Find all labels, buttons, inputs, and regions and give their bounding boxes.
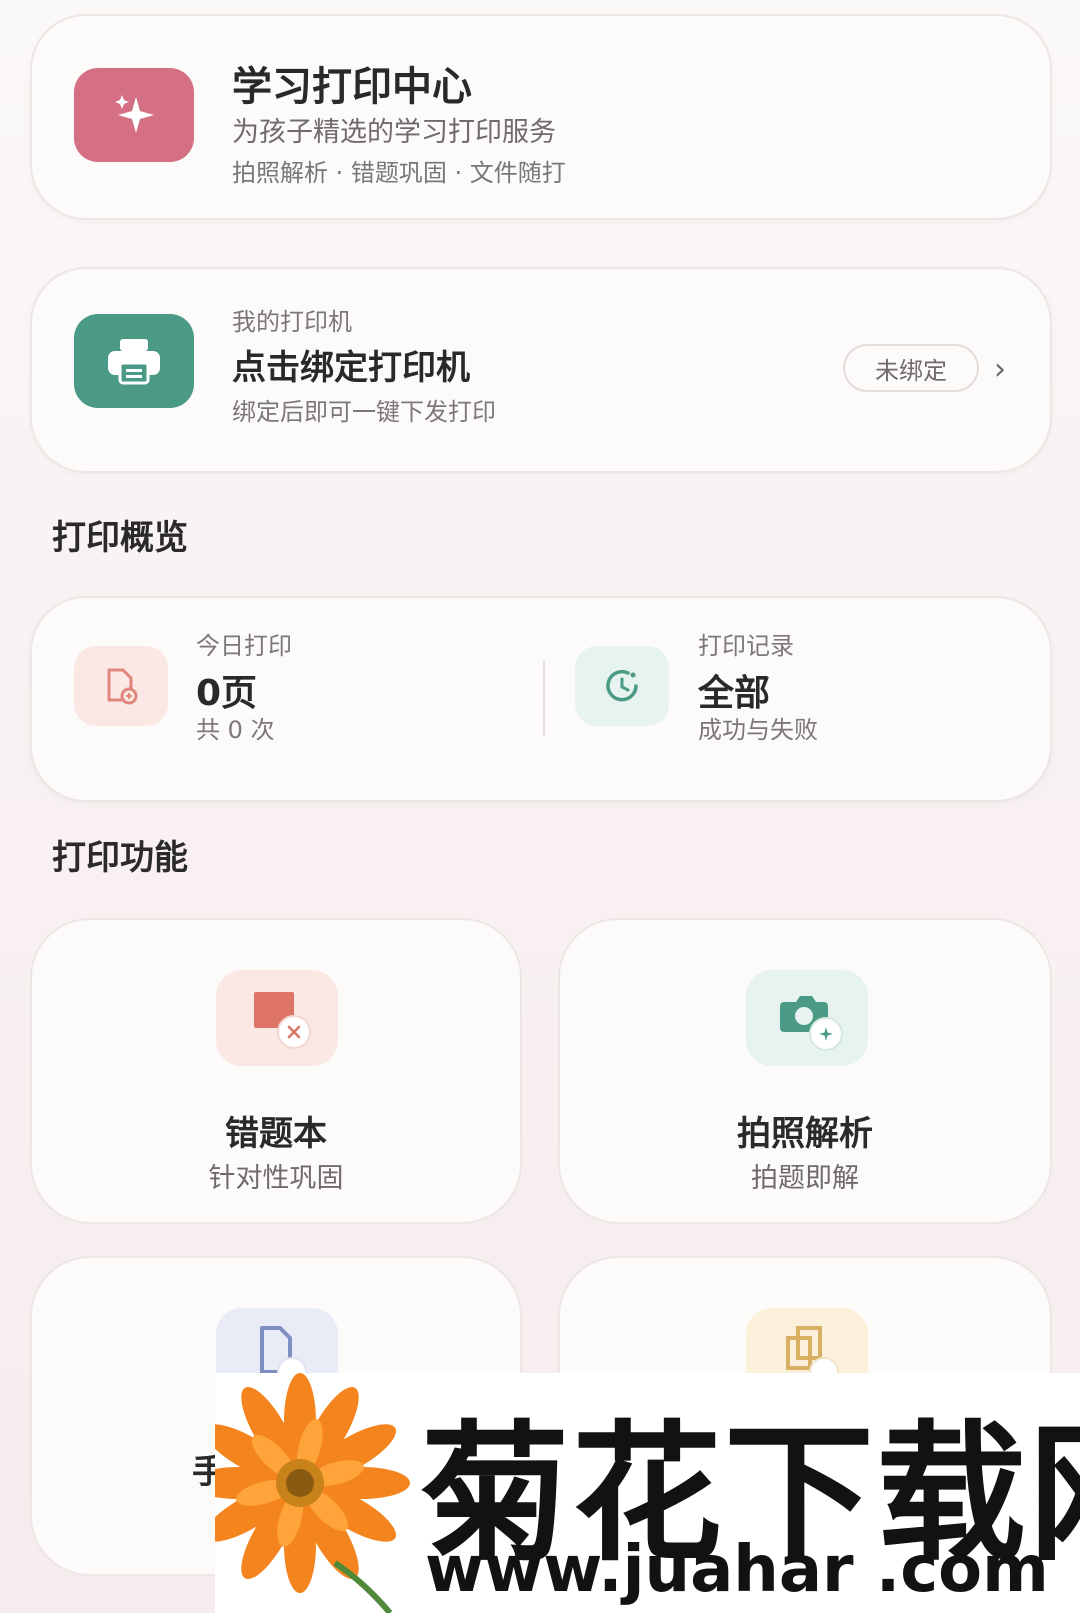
header-subtitle: 为孩子精选的学习打印服务 bbox=[232, 117, 556, 148]
camera-icon bbox=[746, 970, 868, 1066]
records-sub: 成功与失败 bbox=[698, 716, 818, 744]
printer-status-badge: 未绑定 bbox=[843, 344, 979, 392]
overview-card bbox=[30, 596, 1052, 802]
photo-analysis-card[interactable]: 拍照解析 拍题即解 bbox=[558, 918, 1052, 1224]
watermark-url: www.juahar .com bbox=[425, 1533, 1049, 1607]
records-label: 打印记录 bbox=[698, 632, 794, 660]
watermark-banner: 菊花下载网 www.juahar .com bbox=[215, 1373, 1080, 1613]
overview-divider bbox=[543, 660, 545, 736]
today-value: 0页 bbox=[196, 673, 258, 714]
page-title: 学习打印中心 bbox=[232, 64, 472, 110]
records-value[interactable]: 全部 bbox=[698, 664, 770, 716]
features-section-title: 打印功能 bbox=[52, 838, 188, 878]
feature-sub: 拍题即解 bbox=[751, 1163, 859, 1194]
header-tags: 拍照解析 · 错题巩固 · 文件随打 bbox=[232, 159, 566, 187]
today-label: 今日打印 bbox=[196, 632, 292, 660]
printer-desc: 绑定后即可一键下发打印 bbox=[232, 398, 496, 426]
printer-label: 我的打印机 bbox=[232, 308, 352, 336]
feature-sub: 针对性巩固 bbox=[208, 1163, 344, 1194]
chevron-right-icon[interactable]: › bbox=[994, 352, 1006, 387]
feature-title: 拍照解析 bbox=[737, 1114, 873, 1154]
printer-title: 点击绑定打印机 bbox=[232, 348, 470, 388]
history-icon[interactable] bbox=[575, 646, 669, 726]
feature-title: 错题本 bbox=[225, 1114, 327, 1154]
sparkle-icon bbox=[74, 68, 194, 162]
today-print-icon[interactable] bbox=[74, 646, 168, 726]
today-sub: 共 0 次 bbox=[196, 716, 275, 744]
printer-icon bbox=[74, 314, 194, 408]
overview-section-title: 打印概览 bbox=[52, 518, 188, 558]
wrong-question-icon bbox=[216, 970, 338, 1066]
wrong-question-book-card[interactable]: 错题本 针对性巩固 bbox=[30, 918, 522, 1224]
flower-icon bbox=[215, 1373, 410, 1613]
